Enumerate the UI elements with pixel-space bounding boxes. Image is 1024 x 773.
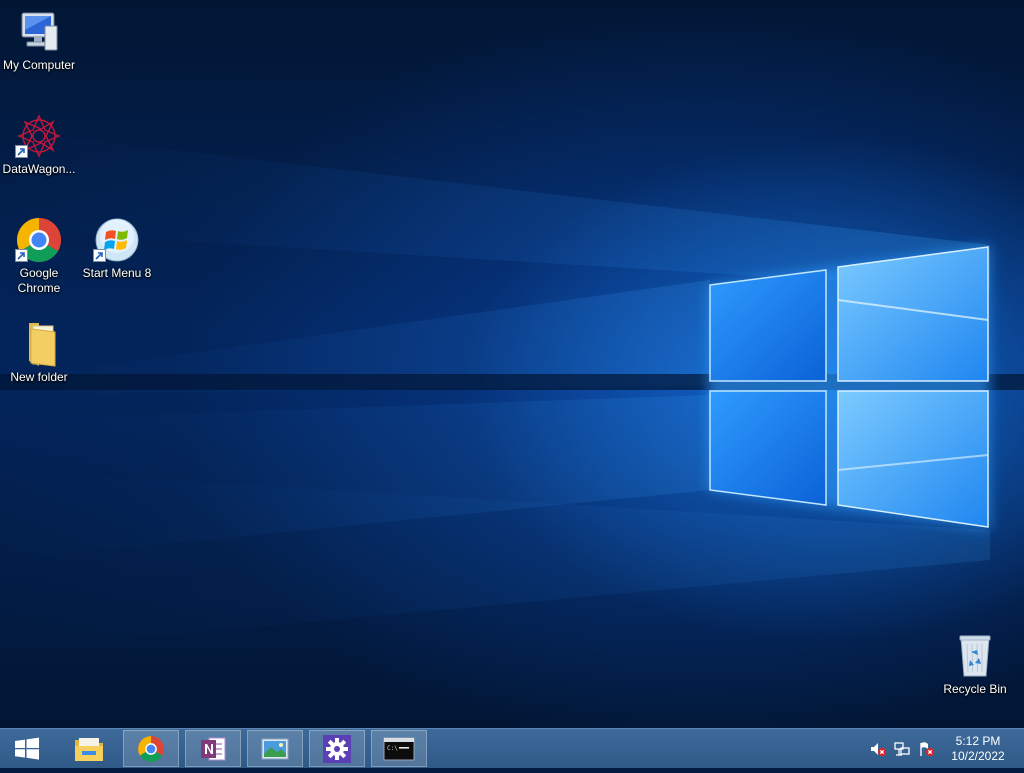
desktop-icon-new-folder[interactable]: New folder (0, 320, 78, 385)
computer-icon (21, 12, 58, 51)
taskbar-photos-button[interactable] (247, 730, 303, 767)
folder-icon (29, 323, 56, 367)
file-explorer-icon (75, 737, 103, 761)
taskbar-onenote-button[interactable] (185, 730, 241, 767)
desktop[interactable]: My Computer DataWagon... Google Chrome S… (0, 0, 1024, 728)
taskbar-command-prompt-button[interactable]: C:\ (371, 730, 427, 767)
start-button[interactable] (0, 729, 54, 768)
desktop-icon-label: Start Menu 8 (82, 266, 152, 280)
photos-icon (261, 738, 289, 759)
taskbar-clock[interactable]: 5:12 PM 10/2/2022 (946, 734, 1010, 764)
taskbar: C:\ 5:12 PM 10/2/2022 (0, 728, 1024, 768)
command-prompt-icon: C:\ (383, 737, 415, 760)
desktop-icon-recycle-bin[interactable]: Recycle Bin (936, 632, 1014, 697)
desktop-icon-label: DataWagon... (2, 162, 76, 176)
onenote-icon (201, 737, 226, 760)
shortcut-arrow-icon (15, 249, 28, 262)
wallpaper (0, 130, 1024, 650)
desktop-icon-datawagon[interactable]: DataWagon... (0, 112, 78, 177)
desktop-icon-google-chrome[interactable]: Google Chrome (0, 216, 78, 296)
shortcut-arrow-icon (93, 249, 106, 262)
taskbar-settings-button[interactable] (309, 730, 365, 767)
desktop-icon-label: New folder (10, 370, 68, 384)
clock-date: 10/2/2022 (951, 749, 1005, 763)
desktop-icon-start-menu-8[interactable]: Start Menu 8 (78, 216, 156, 281)
shortcut-arrow-icon (15, 145, 28, 158)
taskbar-chrome-button[interactable] (123, 730, 179, 767)
volume-muted-icon[interactable] (870, 741, 886, 757)
desktop-icon-label: My Computer (2, 58, 76, 72)
desktop-icon-label: Recycle Bin (943, 682, 1007, 696)
desktop-icon-label: Google Chrome (17, 266, 61, 295)
recycle-bin-icon (959, 635, 991, 677)
chrome-icon (138, 735, 164, 762)
system-tray: 5:12 PM 10/2/2022 (864, 729, 1024, 768)
network-icon[interactable] (894, 741, 910, 757)
clock-time: 5:12 PM (955, 734, 1001, 748)
desktop-icon-my-computer[interactable]: My Computer (0, 8, 78, 73)
settings-icon (323, 734, 351, 763)
svg-text:C:\: C:\ (387, 745, 398, 752)
windows-logo-icon (15, 737, 39, 760)
taskbar-file-explorer-button[interactable] (61, 730, 117, 767)
action-center-flag-icon[interactable] (918, 741, 934, 757)
